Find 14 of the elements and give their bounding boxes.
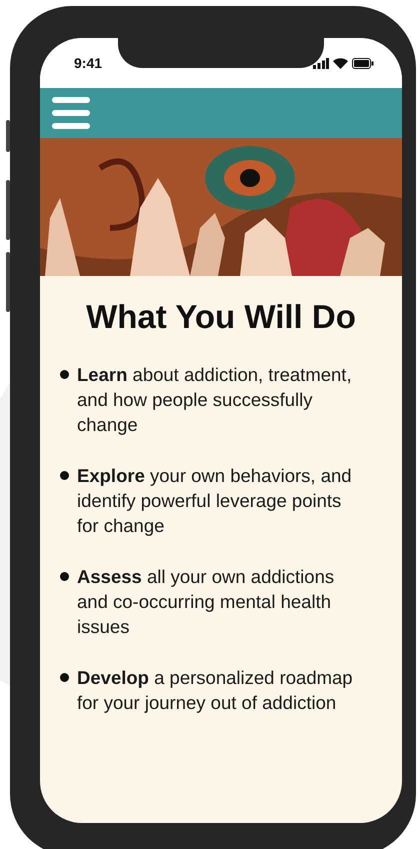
list-item-text: Learn about addiction, treatment, and how people successfully change <box>77 363 353 437</box>
list-item-text: Assess all your own addictions and co-occurring mental health issues <box>77 565 336 639</box>
bullet-icon <box>60 471 69 480</box>
list-item-text: Explore your own behaviors, and identify powerful leverage points for change <box>77 464 353 538</box>
page-title: What You Will Do <box>85 298 357 336</box>
wifi-icon <box>333 58 348 68</box>
battery-icon <box>352 58 374 68</box>
bullet-icon <box>60 572 69 581</box>
bullet-icon <box>60 673 69 682</box>
menu-icon[interactable] <box>52 97 90 129</box>
bullet-icon <box>60 370 69 379</box>
status-time: 9:41 <box>74 55 102 71</box>
list-item-text: Develop a personalized roadmap for your journey out of addiction <box>77 666 354 715</box>
signal-icon <box>313 58 329 68</box>
